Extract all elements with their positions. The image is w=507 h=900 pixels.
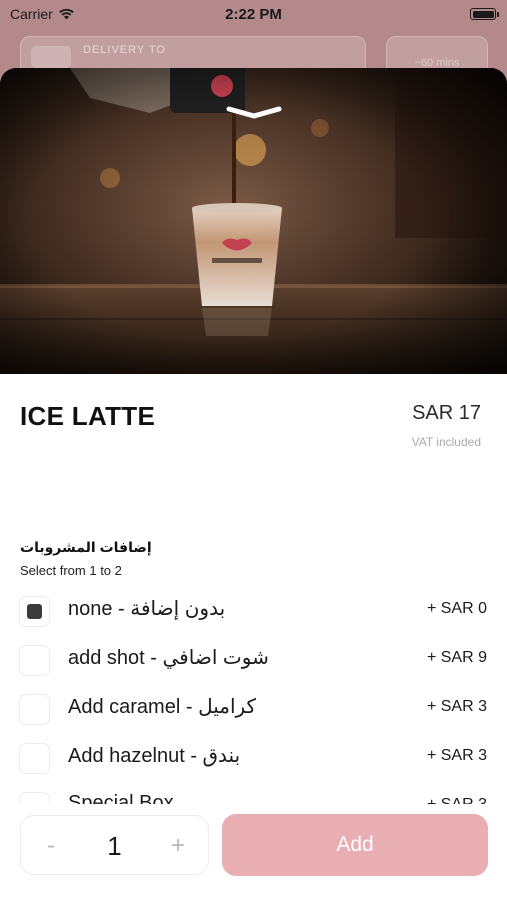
- quantity-stepper: - 1 +: [20, 815, 209, 875]
- addons-selection-hint: Select from 1 to 2: [20, 563, 122, 578]
- addon-label: add shot - شوت اضافي: [68, 647, 269, 669]
- addon-label: Add caramel - كراميل: [68, 696, 257, 718]
- addon-label: Special Box: [68, 792, 174, 804]
- chevron-down-icon[interactable]: [226, 106, 282, 120]
- addon-option-hazelnut[interactable]: Add hazelnut - بندق + SAR 3: [0, 735, 507, 784]
- addon-option-caramel[interactable]: Add caramel - كراميل + SAR 3: [0, 686, 507, 735]
- addon-option-none[interactable]: none - بدون إضافة + SAR 0: [0, 588, 507, 637]
- addon-checkbox[interactable]: [19, 596, 50, 627]
- product-title: ICE LATTE: [20, 401, 156, 431]
- increase-quantity-button[interactable]: +: [148, 816, 208, 876]
- addon-checkbox[interactable]: [19, 694, 50, 725]
- add-to-cart-button[interactable]: Add: [222, 814, 488, 876]
- delivery-label: DELIVERY TO: [83, 44, 166, 56]
- status-bar: Carrier 2:22 PM: [0, 0, 507, 30]
- addon-price: + SAR 0: [426, 600, 487, 617]
- addon-checkbox[interactable]: [19, 743, 50, 774]
- addon-price: + SAR 3: [427, 796, 487, 804]
- battery-icon: [470, 8, 499, 20]
- addons-options-list[interactable]: none - بدون إضافة + SAR 0 add shot - شوت…: [0, 588, 507, 804]
- addon-label: none - بدون إضافة: [68, 598, 226, 620]
- addon-price: + SAR 9: [426, 649, 487, 666]
- addon-option-shot[interactable]: add shot - شوت اضافي + SAR 9: [0, 637, 507, 686]
- addon-label: Add hazelnut - بندق: [68, 745, 241, 767]
- addons-section-title: إضافات المشروبات: [20, 539, 152, 555]
- product-header: ICE LATTE SAR 17 VAT included: [20, 398, 487, 449]
- product-sheet: ICE LATTE SAR 17 VAT included إضافات الم…: [0, 68, 507, 900]
- vat-note: VAT included: [411, 435, 481, 449]
- decrease-quantity-button[interactable]: -: [21, 816, 81, 876]
- addon-checkbox[interactable]: [19, 792, 50, 804]
- status-time: 2:22 PM: [225, 6, 282, 23]
- addon-price: + SAR 3: [426, 747, 487, 764]
- addon-price: + SAR 3: [426, 698, 487, 715]
- addon-option-special-box[interactable]: Special Box + SAR 3: [0, 784, 507, 804]
- delivery-icon: [31, 46, 71, 68]
- quantity-value: 1: [107, 830, 122, 861]
- order-bar: - 1 + Add: [0, 804, 507, 900]
- product-price: SAR 17: [412, 402, 481, 424]
- addon-checkbox[interactable]: [19, 645, 50, 676]
